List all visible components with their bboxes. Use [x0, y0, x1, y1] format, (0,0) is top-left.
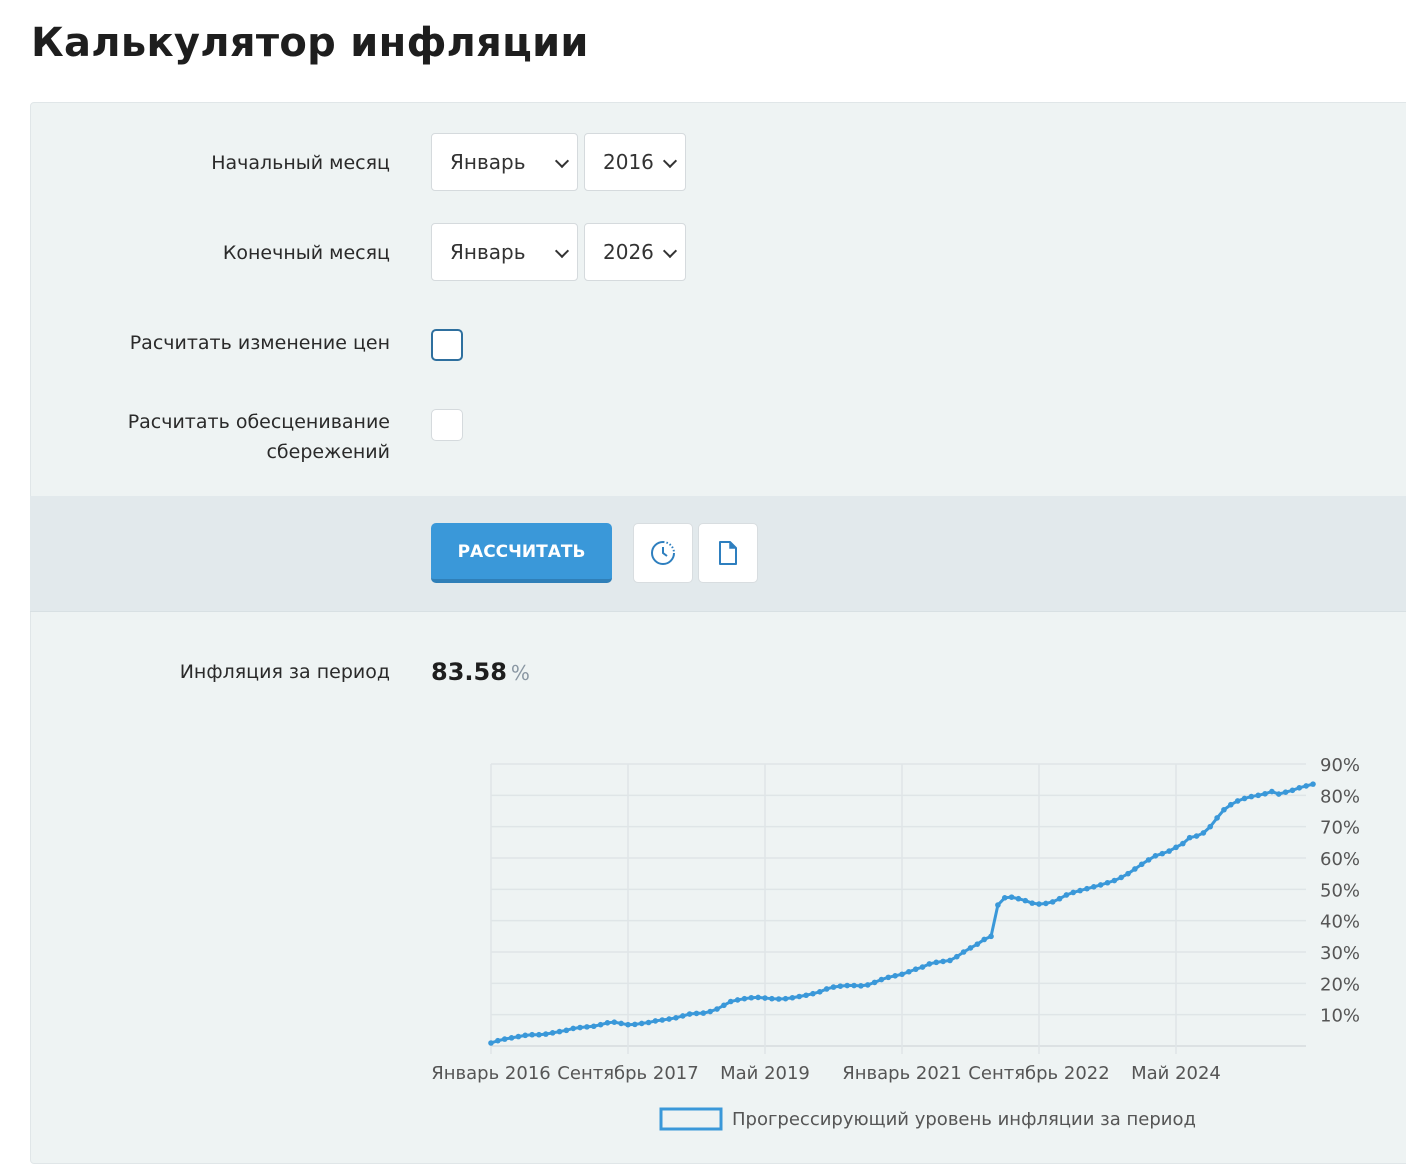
history-clock-icon	[651, 541, 675, 565]
savings-checkbox[interactable]	[431, 409, 463, 441]
calculate-button[interactable]: РАССЧИТАТЬ	[431, 523, 612, 583]
end-month-label: Конечный месяц	[222, 242, 390, 264]
result-number: 83.58	[431, 658, 507, 686]
savings-label-line2: сбережений	[266, 441, 390, 463]
start-year-value: 2016	[603, 150, 654, 174]
document-icon	[719, 541, 737, 565]
end-month-select[interactable]: Январь	[431, 223, 578, 281]
end-month-value: Январь	[450, 240, 526, 264]
result-value: 83.58%	[431, 658, 530, 686]
end-year-value: 2026	[603, 240, 654, 264]
savings-label-line1: Расчитать обесценивание	[127, 411, 390, 433]
start-month-value: Январь	[450, 150, 526, 174]
start-month-label: Начальный месяц	[211, 152, 390, 174]
result-label: Инфляция за период	[179, 661, 390, 683]
page-title: Калькулятор инфляции	[31, 20, 589, 66]
chevron-down-icon	[662, 243, 678, 259]
start-month-select[interactable]: Январь	[431, 133, 578, 191]
history-button[interactable]	[633, 523, 693, 583]
start-year-select[interactable]: 2016	[584, 133, 686, 191]
price-change-label: Расчитать изменение цен	[129, 332, 390, 354]
document-button[interactable]	[698, 523, 758, 583]
end-year-select[interactable]: 2026	[584, 223, 686, 281]
chevron-down-icon	[662, 153, 678, 169]
chevron-down-icon	[554, 243, 570, 259]
price-change-checkbox[interactable]	[431, 329, 463, 361]
result-unit: %	[510, 661, 530, 685]
savings-label: Расчитать обесценивание сбережений	[128, 407, 390, 467]
chevron-down-icon	[554, 153, 570, 169]
